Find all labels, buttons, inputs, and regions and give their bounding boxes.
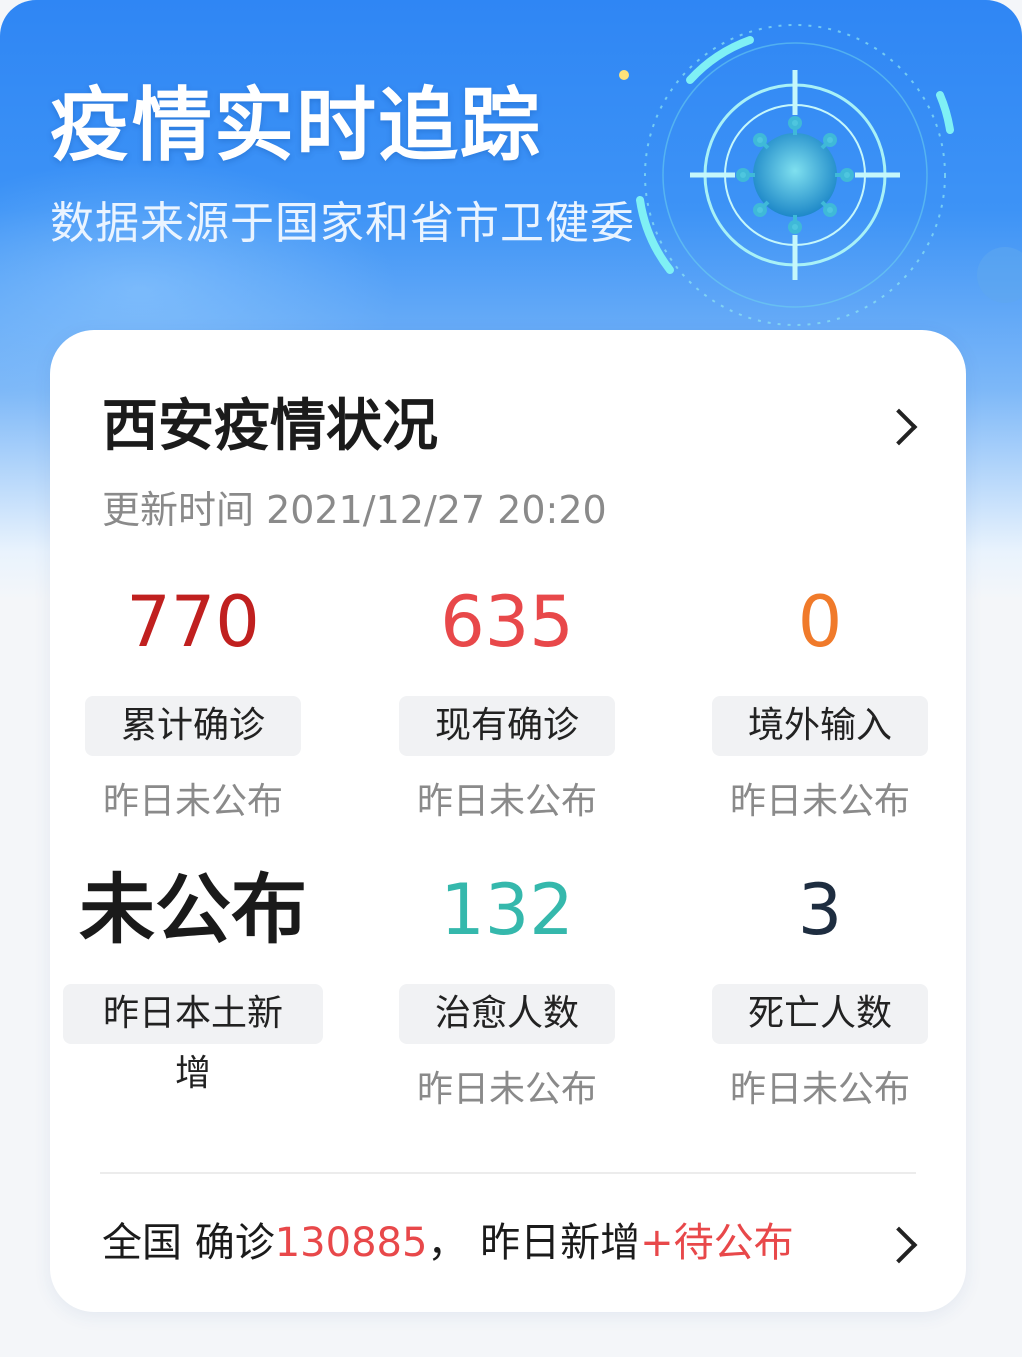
stat-value: 3: [797, 869, 843, 951]
national-new-value: +待公布: [640, 1220, 794, 1266]
stat-imported[interactable]: 0 境外输入 昨日未公布: [690, 580, 950, 826]
stat-value: 132: [440, 869, 574, 951]
stat-label: 治愈人数: [398, 984, 615, 1044]
stat-label: 死亡人数: [711, 984, 928, 1044]
stat-label: 境外输入: [711, 696, 928, 756]
virus-target-icon: [619, 24, 954, 326]
stat-recovered[interactable]: 132 治愈人数 昨日未公布: [377, 868, 637, 1114]
stat-value: 未公布: [79, 865, 307, 954]
stat-cumulative-confirmed[interactable]: 770 累计确诊 昨日未公布: [63, 580, 323, 826]
stat-value: 0: [797, 581, 843, 663]
national-confirmed-count: 130885: [274, 1220, 428, 1266]
update-time: 更新时间 2021/12/27 20:20: [102, 488, 607, 532]
stat-sub: 昨日未公布: [729, 1069, 910, 1110]
stat-deaths[interactable]: 3 死亡人数 昨日未公布: [690, 868, 950, 1114]
stat-label: 现有确诊: [398, 696, 615, 756]
banner-subtitle: 数据来源于国家和省市卫健委: [50, 198, 635, 249]
chevron-right-icon[interactable]: [880, 408, 918, 446]
chevron-right-icon[interactable]: [880, 1226, 918, 1264]
stat-value: 770: [126, 581, 260, 663]
national-new-label: ， 昨日新增: [427, 1220, 641, 1266]
banner-title: 疫情实时追踪: [50, 79, 542, 172]
national-prefix: 全国 确诊: [102, 1220, 275, 1266]
card-header[interactable]: 西安疫情状况: [102, 392, 926, 462]
stat-label: 累计确诊: [84, 696, 301, 756]
national-summary-row[interactable]: 全国 确诊130885， 昨日新增+待公布: [102, 1208, 926, 1278]
card-title: 西安疫情状况: [102, 394, 438, 459]
stat-value: 635: [440, 581, 574, 663]
national-summary-text: 全国 确诊130885， 昨日新增+待公布: [102, 1208, 794, 1278]
stat-sub: 昨日未公布: [416, 781, 597, 822]
stat-current-confirmed[interactable]: 635 现有确诊 昨日未公布: [377, 580, 637, 826]
xian-status-card: 西安疫情状况 更新时间 2021/12/27 20:20 770 累计确诊 昨日…: [50, 330, 966, 1312]
divider: [100, 1172, 916, 1174]
page: 疫情实时追踪 数据来源于国家和省市卫健委 西安疫情状况 更新时间 2021/12…: [0, 0, 1022, 1357]
stat-sub: 昨日未公布: [416, 1069, 597, 1110]
stat-sub: 昨日未公布: [729, 781, 910, 822]
stat-sub: 昨日未公布: [102, 781, 283, 822]
stat-local-new[interactable]: 未公布 昨日本土新增: [63, 865, 323, 1094]
virus-icon: [977, 247, 1022, 303]
stat-label: 昨日本土新增: [63, 984, 323, 1094]
